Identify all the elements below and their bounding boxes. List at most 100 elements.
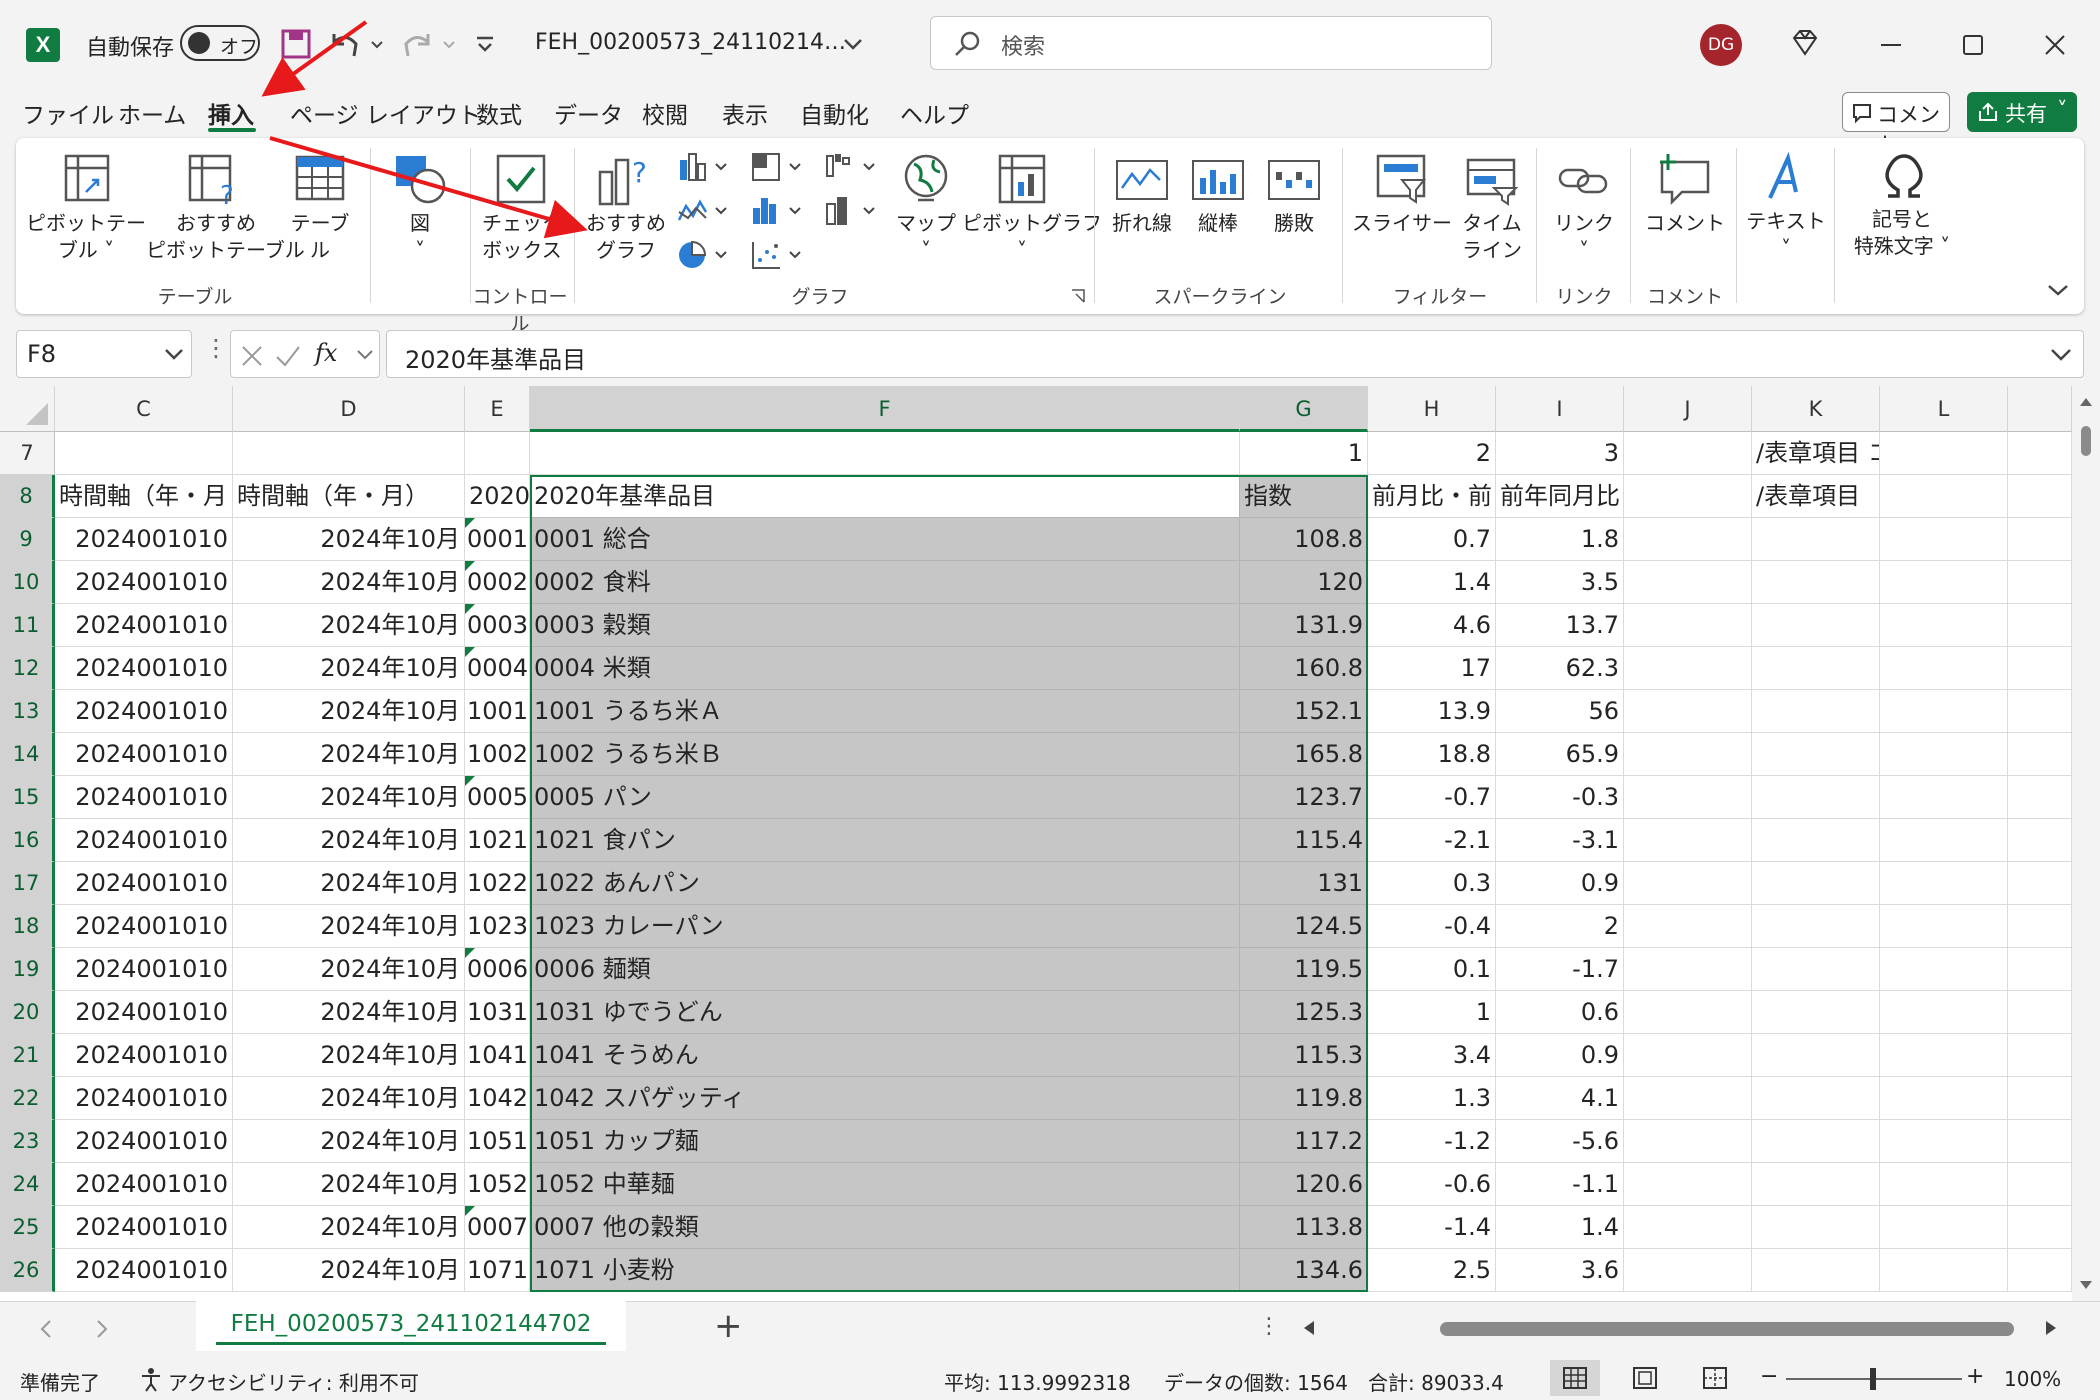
cell-K7[interactable]: /表章項目 コード	[1752, 432, 1880, 475]
zoom-level[interactable]: 100%	[2004, 1367, 2061, 1391]
table-button[interactable]: テーブル	[282, 148, 358, 266]
cell-G16[interactable]: 115.4	[1240, 819, 1368, 862]
cell-E23[interactable]: 1051	[465, 1120, 530, 1163]
cell-K11[interactable]	[1752, 604, 1880, 647]
cell-H20[interactable]: 1	[1368, 991, 1496, 1034]
cell-C25[interactable]: 2024001010	[55, 1206, 233, 1249]
cell-H10[interactable]: 1.4	[1368, 561, 1496, 604]
cell-E15[interactable]: 0005	[465, 776, 530, 819]
cell-F11[interactable]: 0003 穀類	[530, 604, 1240, 647]
cell-D17[interactable]: 2024年10月	[233, 862, 465, 905]
symbols-button[interactable]: 記号と 特殊文字 ˅	[1842, 148, 1962, 266]
column-header-E[interactable]: E	[465, 386, 530, 432]
cell-L16[interactable]	[1880, 819, 2008, 862]
cell-I24[interactable]: -1.1	[1496, 1163, 1624, 1206]
status-accessibility[interactable]: アクセシビリティ: 利用不可	[168, 1367, 419, 1396]
cell-C22[interactable]: 2024001010	[55, 1077, 233, 1120]
page-layout-view-icon[interactable]	[1632, 1366, 1658, 1390]
cell-F13[interactable]: 1001 うるち米Ａ	[530, 690, 1240, 733]
cell-C19[interactable]: 2024001010	[55, 948, 233, 991]
cell-I22[interactable]: 4.1	[1496, 1077, 1624, 1120]
cell-H9[interactable]: 0.7	[1368, 518, 1496, 561]
user-avatar[interactable]: DG	[1700, 24, 1742, 66]
sparkline-winloss-button[interactable]: 勝敗	[1256, 148, 1332, 266]
cell-E18[interactable]: 1023	[465, 905, 530, 948]
cell-G24[interactable]: 120.6	[1240, 1163, 1368, 1206]
cell-I26[interactable]: 3.6	[1496, 1249, 1624, 1292]
cell-L20[interactable]	[1880, 991, 2008, 1034]
enter-checkmark-icon[interactable]	[275, 343, 301, 369]
cell-F9[interactable]: 0001 総合	[530, 518, 1240, 561]
redo-icon[interactable]	[400, 28, 460, 60]
cell-C13[interactable]: 2024001010	[55, 690, 233, 733]
premium-diamond-icon[interactable]	[1790, 28, 1820, 58]
cell-F12[interactable]: 0004 米類	[530, 647, 1240, 690]
cell-I20[interactable]: 0.6	[1496, 991, 1624, 1034]
row-header-26[interactable]: 26	[0, 1249, 55, 1292]
menu-file[interactable]: ファイル	[22, 96, 114, 130]
line-chart-icon[interactable]	[676, 194, 730, 230]
cell-L26[interactable]	[1880, 1249, 2008, 1292]
waterfall-chart-icon[interactable]	[824, 150, 878, 186]
column-header-I[interactable]: I	[1496, 386, 1624, 432]
cell-K25[interactable]	[1752, 1206, 1880, 1249]
combo-chart-icon[interactable]	[824, 194, 878, 230]
cell-F18[interactable]: 1023 カレーパン	[530, 905, 1240, 948]
close-icon[interactable]	[2040, 30, 2070, 60]
cell-J11[interactable]	[1624, 604, 1752, 647]
cell-J22[interactable]	[1624, 1077, 1752, 1120]
dialog-launcher-icon[interactable]	[1070, 288, 1086, 304]
cell-I15[interactable]: -0.3	[1496, 776, 1624, 819]
scroll-left-icon[interactable]	[1300, 1318, 1318, 1338]
cell-J16[interactable]	[1624, 819, 1752, 862]
cell-I14[interactable]: 65.9	[1496, 733, 1624, 776]
save-icon[interactable]	[280, 28, 312, 60]
cell-F8[interactable]: 2020年基準品目	[530, 475, 1240, 518]
cell-H11[interactable]: 4.6	[1368, 604, 1496, 647]
cell-I21[interactable]: 0.9	[1496, 1034, 1624, 1077]
sheet-tab-active[interactable]: FEH_00200573_241102144702	[196, 1301, 626, 1351]
row-header-23[interactable]: 23	[0, 1120, 55, 1163]
cell-J20[interactable]	[1624, 991, 1752, 1034]
row-header-7[interactable]: 7	[0, 432, 55, 475]
cell-E11[interactable]: 0003	[465, 604, 530, 647]
cell-H23[interactable]: -1.2	[1368, 1120, 1496, 1163]
cell-C11[interactable]: 2024001010	[55, 604, 233, 647]
spreadsheet-grid[interactable]: CDEFGHIJKL 7123/表章項目 コード8時間軸（年・月時間軸（年・月）…	[0, 386, 2072, 1301]
cell-J9[interactable]	[1624, 518, 1752, 561]
column-chart-icon[interactable]	[676, 150, 730, 186]
cell-D18[interactable]: 2024年10月	[233, 905, 465, 948]
column-header-J[interactable]: J	[1624, 386, 1752, 432]
comments-button[interactable]: コメント	[1842, 92, 1950, 157]
tab-splitter[interactable]: ⋮	[1258, 1314, 1280, 1339]
cell-J8[interactable]	[1624, 475, 1752, 518]
pivot-table-button[interactable]: ピボットテー ブル ˅	[26, 148, 146, 266]
statistic-chart-icon[interactable]	[750, 194, 804, 230]
cell-L18[interactable]	[1880, 905, 2008, 948]
cell-F19[interactable]: 0006 麺類	[530, 948, 1240, 991]
timeline-button[interactable]: タイム ライン	[1454, 148, 1530, 266]
undo-icon[interactable]	[328, 28, 388, 60]
new-comment-button[interactable]: コメント	[1640, 148, 1730, 266]
cell-H17[interactable]: 0.3	[1368, 862, 1496, 905]
menu-data[interactable]: データ	[554, 96, 623, 130]
cell-F22[interactable]: 1042 スパゲッティ	[530, 1077, 1240, 1120]
menu-home[interactable]: ホーム	[118, 96, 186, 130]
cell-C9[interactable]: 2024001010	[55, 518, 233, 561]
cell-K8[interactable]: /表章項目	[1752, 475, 1880, 518]
cell-K19[interactable]	[1752, 948, 1880, 991]
cell-K15[interactable]	[1752, 776, 1880, 819]
column-header-K[interactable]: K	[1752, 386, 1880, 432]
cell-G20[interactable]: 125.3	[1240, 991, 1368, 1034]
cell-L13[interactable]	[1880, 690, 2008, 733]
cell-E17[interactable]: 1022	[465, 862, 530, 905]
cell-K20[interactable]	[1752, 991, 1880, 1034]
page-break-view-icon[interactable]	[1702, 1366, 1728, 1390]
cell-L8[interactable]	[1880, 475, 2008, 518]
scroll-thumb[interactable]	[2081, 426, 2091, 456]
cell-H16[interactable]: -2.1	[1368, 819, 1496, 862]
cell-K18[interactable]	[1752, 905, 1880, 948]
row-header-22[interactable]: 22	[0, 1077, 55, 1120]
cell-E22[interactable]: 1042	[465, 1077, 530, 1120]
cell-L21[interactable]	[1880, 1034, 2008, 1077]
